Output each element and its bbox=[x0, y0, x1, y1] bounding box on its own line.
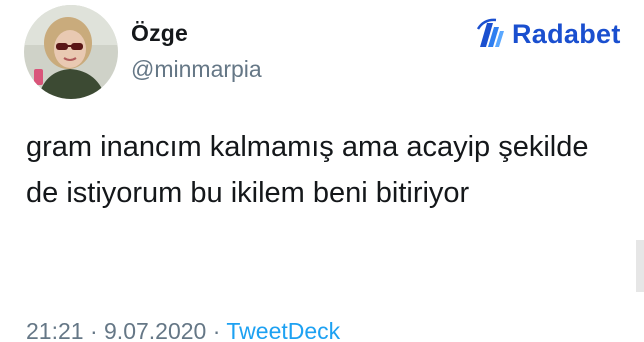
meta-separator: · bbox=[89, 318, 98, 342]
avatar[interactable] bbox=[24, 5, 118, 99]
avatar-image bbox=[24, 5, 118, 99]
radabet-watermark-text: Radabet bbox=[512, 18, 621, 49]
tweet-time[interactable]: 21:21 bbox=[26, 318, 84, 342]
author-display-name[interactable]: Özge bbox=[131, 20, 188, 47]
author-handle[interactable]: @minmarpia bbox=[131, 56, 262, 83]
tweet-text: gram inancım kalmamış ama acayip şekilde… bbox=[26, 131, 589, 209]
scrollbar[interactable] bbox=[636, 240, 644, 292]
tweet-meta: 21:21 · 9.07.2020 · TweetDeck bbox=[26, 318, 340, 342]
radabet-logo-icon bbox=[476, 18, 504, 47]
tweet-card: Özge @minmarpia Radabet gram inancım kal… bbox=[0, 0, 644, 342]
tweet-source-link[interactable]: TweetDeck bbox=[226, 318, 340, 342]
tweet-date[interactable]: 9.07.2020 bbox=[104, 318, 206, 342]
radabet-watermark: Radabet bbox=[474, 14, 621, 54]
meta-separator: · bbox=[212, 318, 221, 342]
